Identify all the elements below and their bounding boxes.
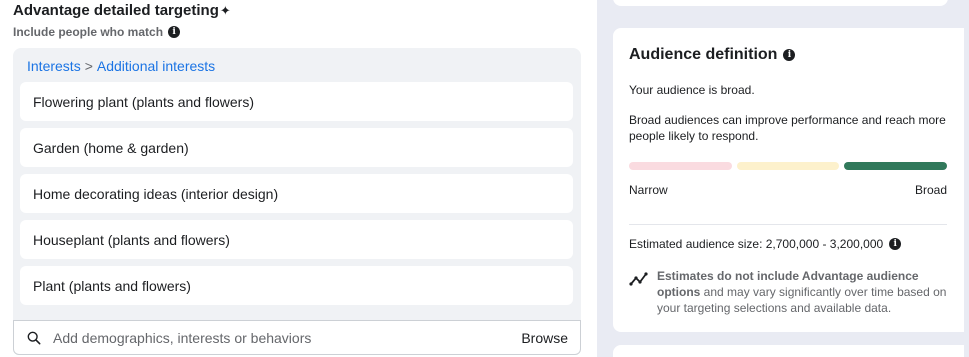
subtitle-text: Include people who match	[13, 25, 164, 39]
browse-button[interactable]: Browse	[521, 330, 568, 346]
interest-label: Houseplant (plants and flowers)	[33, 231, 230, 248]
targeting-search-input[interactable]	[53, 329, 522, 346]
search-icon	[27, 331, 41, 344]
interest-label: Plant (plants and flowers)	[33, 277, 191, 294]
info-icon[interactable]: i	[889, 238, 902, 250]
interest-label: Flowering plant (plants and flowers)	[33, 93, 254, 110]
selected-interests-box: Interests > Additional interests Floweri…	[13, 48, 581, 320]
interest-item[interactable]: Flowering plant (plants and flowers)	[20, 82, 573, 121]
breadcrumb: Interests > Additional interests	[27, 58, 215, 74]
estimated-audience-size: Estimated audience size: 2,700,000 - 3,2…	[629, 237, 902, 251]
divider	[629, 224, 947, 225]
audience-definition-card: Audience definition i Your audience is b…	[613, 28, 964, 332]
meter-label-narrow: Narrow	[629, 183, 668, 197]
interest-item[interactable]: Plant (plants and flowers)	[20, 266, 573, 305]
interest-item[interactable]: Houseplant (plants and flowers)	[20, 220, 573, 259]
note-rest-text: and may vary significantly over time bas…	[657, 285, 947, 315]
next-card	[613, 345, 964, 357]
previous-card	[613, 0, 948, 6]
section-subtitle: Include people who match i	[13, 25, 181, 39]
sparkle-icon: ✦	[219, 3, 231, 18]
audience-title-text: Audience definition	[629, 46, 778, 63]
audience-status: Your audience is broad.	[629, 83, 755, 97]
audience-breadth-meter	[629, 162, 948, 170]
audience-title: Audience definition i	[629, 46, 796, 64]
breadcrumb-separator: >	[84, 58, 93, 74]
interest-item[interactable]: Garden (home & garden)	[20, 128, 573, 167]
info-icon[interactable]: i	[168, 26, 181, 38]
audience-sidebar: Audience definition i Your audience is b…	[597, 0, 969, 357]
estimate-note: Estimates do not include Advantage audie…	[629, 268, 947, 316]
meter-label-broad: Broad	[914, 183, 947, 197]
targeting-search-bar: Browse	[13, 320, 581, 355]
note-text: Estimates do not include Advantage audie…	[657, 268, 947, 316]
breadcrumb-interests[interactable]: Interests	[27, 58, 81, 74]
section-title: Advantage detailed targeting ✦	[13, 2, 231, 19]
section-title-text: Advantage detailed targeting	[13, 2, 219, 19]
interest-item[interactable]: Home decorating ideas (interior design)	[20, 174, 573, 213]
detailed-targeting-panel: Advantage detailed targeting ✦ Include p…	[0, 0, 597, 357]
breadcrumb-additional-interests[interactable]: Additional interests	[97, 58, 215, 74]
interest-label: Garden (home & garden)	[33, 139, 189, 156]
audience-description: Broad audiences can improve performance …	[629, 113, 946, 143]
interest-label: Home decorating ideas (interior design)	[33, 185, 279, 202]
meter-segment-broad	[844, 162, 948, 170]
trend-line-icon	[629, 272, 648, 286]
meter-segment-narrow	[629, 162, 732, 170]
estimated-size-text: Estimated audience size: 2,700,000 - 3,2…	[629, 237, 884, 251]
info-icon[interactable]: i	[783, 49, 796, 61]
meter-segment-specific	[736, 162, 840, 170]
